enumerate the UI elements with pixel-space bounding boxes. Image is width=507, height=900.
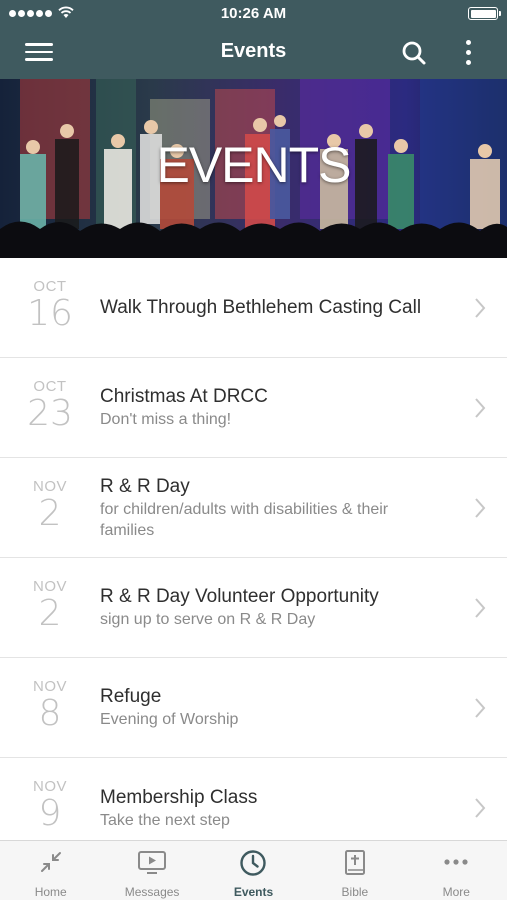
event-row[interactable]: OCT 16 Walk Through Bethlehem Casting Ca…: [0, 258, 507, 358]
tab-label: Events: [233, 885, 274, 899]
tab-label: More: [442, 885, 470, 899]
chevron-right-icon: [475, 498, 486, 518]
event-title: Membership Class: [100, 787, 258, 808]
event-day: 2: [38, 493, 62, 534]
tab-label: Home: [34, 885, 67, 899]
event-date: OCT 16: [20, 278, 80, 332]
event-title: Refuge: [100, 686, 162, 707]
event-subtitle: Don't miss a thing!: [100, 411, 232, 428]
event-title: R & R Day: [100, 476, 190, 497]
status-time: 10:26 AM: [220, 5, 287, 22]
event-subtitle: Take the next step: [100, 812, 230, 829]
chevron-right-icon: [475, 698, 486, 718]
event-day: 9: [38, 793, 62, 834]
event-day: 23: [27, 393, 73, 434]
event-date: NOV 2: [20, 478, 80, 532]
clock-icon: [240, 850, 267, 876]
hero-banner: EVENTS: [0, 79, 507, 258]
search-icon[interactable]: [400, 39, 428, 67]
battery-icon: [468, 7, 501, 20]
event-title: Walk Through Bethlehem Casting Call: [100, 297, 422, 318]
chevron-right-icon: [475, 298, 486, 318]
event-date: NOV 8: [20, 678, 80, 732]
chevron-right-icon: [475, 798, 486, 818]
chevron-right-icon: [475, 598, 486, 618]
page-title: Events: [220, 40, 287, 62]
more-dots-icon: [444, 859, 468, 865]
hero-title: EVENTS: [156, 137, 351, 193]
tab-more[interactable]: More: [406, 841, 507, 900]
event-date: NOV 9: [20, 778, 80, 832]
tab-messages[interactable]: Messages: [101, 841, 202, 900]
event-list[interactable]: OCT 16 Walk Through Bethlehem Casting Ca…: [0, 258, 507, 840]
event-row[interactable]: NOV 8 Refuge Evening of Worship: [0, 658, 507, 758]
event-subtitle: sign up to serve on R & R Day: [100, 611, 316, 628]
tab-bar: Home Messages Events Bible More: [0, 840, 507, 900]
event-row[interactable]: NOV 9 Membership Class Take the next ste…: [0, 758, 507, 840]
event-title: Christmas At DRCC: [100, 386, 268, 407]
video-icon: [138, 851, 167, 874]
tab-label: Bible: [341, 885, 369, 899]
tab-events[interactable]: Events: [203, 841, 304, 900]
event-date: OCT 23: [20, 378, 80, 432]
overflow-menu-button[interactable]: [462, 39, 476, 67]
event-day: 2: [38, 593, 62, 634]
nav-bar: Events: [0, 27, 507, 79]
event-row[interactable]: NOV 2 R & R Day for children/adults with…: [0, 458, 507, 558]
tab-home[interactable]: Home: [0, 841, 101, 900]
event-subtitle: Evening of Worship: [100, 711, 239, 728]
status-bar: 10:26 AM: [0, 0, 507, 27]
event-row[interactable]: NOV 2 R & R Day Volunteer Opportunity si…: [0, 558, 507, 658]
tab-label: Messages: [124, 885, 180, 899]
event-date: NOV 2: [20, 578, 80, 632]
event-row[interactable]: OCT 23 Christmas At DRCC Don't miss a th…: [0, 358, 507, 458]
event-subtitle: for children/adults with disabilities & …: [100, 501, 389, 539]
event-day: 8: [38, 693, 62, 734]
bible-icon: [344, 850, 365, 875]
chevron-right-icon: [475, 398, 486, 418]
tab-bible[interactable]: Bible: [304, 841, 405, 900]
collapse-arrows-icon: [40, 852, 61, 872]
event-day: 16: [27, 293, 73, 334]
event-title: R & R Day Volunteer Opportunity: [100, 586, 379, 607]
